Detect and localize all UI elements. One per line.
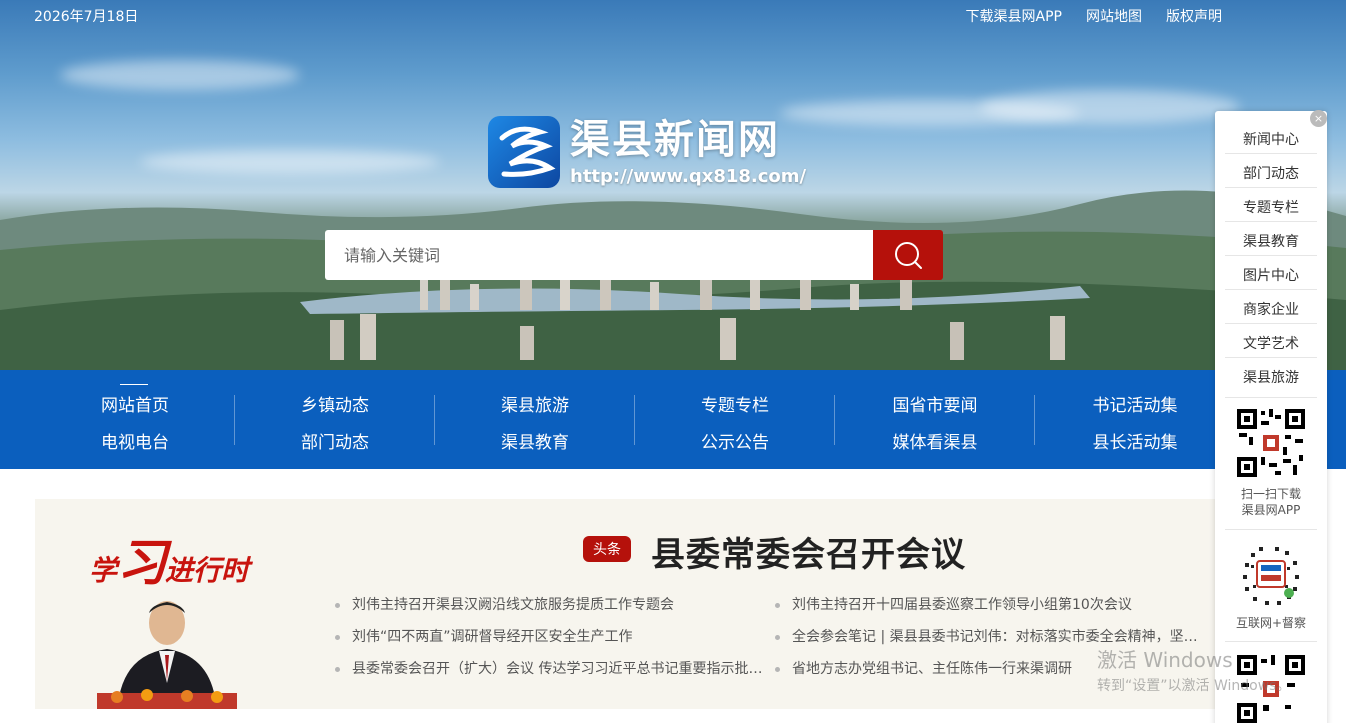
nav-item-town-news[interactable]: 乡镇动态 <box>235 391 435 416</box>
nav-item-announcements[interactable]: 公示公告 <box>635 428 835 453</box>
nav-item-education[interactable]: 渠县教育 <box>435 428 635 453</box>
copyright-link[interactable]: 版权声明 <box>1166 6 1222 26</box>
landscape-illustration <box>0 190 1346 370</box>
list-item[interactable]: 刘伟主持召开十四届县委巡察工作领导小组第10次会议 <box>775 595 1198 627</box>
windows-activation-watermark: 激活 Windows 转到“设置”以激活 Windows。 <box>1097 644 1290 695</box>
nav-item-secretary-activities[interactable]: 书记活动集 <box>1035 391 1235 416</box>
nav-item-home[interactable]: 网站首页 <box>35 391 235 416</box>
watermark-subtitle: 转到“设置”以激活 Windows。 <box>1097 678 1291 694</box>
study-banner-text: 学 <box>89 554 118 587</box>
nav-item-tourism[interactable]: 渠县旅游 <box>435 391 635 416</box>
divider <box>1225 255 1317 256</box>
sidebar-item-education[interactable]: 渠县教育 <box>1215 231 1327 251</box>
divider <box>1225 641 1317 642</box>
news-list-left: 刘伟主持召开渠县汉阙沿线文旅服务提质工作专题会 刘伟“四不两直”调研督导经开区安… <box>335 595 762 691</box>
study-banner[interactable]: 学 习 进行时 <box>87 527 267 592</box>
nav-item-special-topics[interactable]: 专题专栏 <box>635 391 835 416</box>
cloud <box>60 60 300 90</box>
sidebar-item-photo-center[interactable]: 图片中心 <box>1215 265 1327 285</box>
headline-section: 学 习 进行时 头条 县委常委会召开会议 刘伟主持召开渠县汉阙沿线文旅服务提质工… <box>35 499 1227 709</box>
nav-column: 乡镇动态 部门动态 <box>235 370 435 469</box>
logo-icon <box>488 116 560 188</box>
qr-caption: 扫一扫下载 渠县网APP <box>1215 486 1327 518</box>
nav-item-tv-radio[interactable]: 电视电台 <box>35 428 235 453</box>
cloud <box>980 90 1240 124</box>
download-app-link[interactable]: 下载渠县网APP <box>966 6 1062 26</box>
list-item[interactable]: 刘伟主持召开渠县汉阙沿线文旅服务提质工作专题会 <box>335 595 762 627</box>
nav-item-national-news[interactable]: 国省市要闻 <box>835 391 1035 416</box>
divider <box>1225 153 1317 154</box>
nav-column: 网站首页 电视电台 <box>35 370 235 469</box>
divider <box>1225 357 1317 358</box>
divider <box>1225 221 1317 222</box>
sidebar-item-news-center[interactable]: 新闻中心 <box>1215 129 1327 149</box>
nav-item-county-head-activities[interactable]: 县长活动集 <box>1035 428 1235 453</box>
divider <box>1225 289 1317 290</box>
divider <box>1225 187 1317 188</box>
divider <box>1225 529 1317 530</box>
current-date: 2026年7月18日 <box>34 9 139 25</box>
nav-column: 国省市要闻 媒体看渠县 <box>835 370 1035 469</box>
divider <box>1225 397 1317 398</box>
sidebar-item-department-news[interactable]: 部门动态 <box>1215 163 1327 183</box>
study-banner-text: 习 <box>117 534 167 592</box>
qr-caption-line: 扫一扫下载 <box>1240 487 1301 501</box>
supervision-qr-code <box>1239 543 1303 607</box>
search-input[interactable] <box>325 230 873 280</box>
nav-column: 书记活动集 县长活动集 <box>1035 370 1235 469</box>
search-icon <box>895 242 922 269</box>
nav-item-media-coverage[interactable]: 媒体看渠县 <box>835 428 1035 453</box>
floating-sidebar: 新闻中心 部门动态 专题专栏 渠县教育 图片中心 商家企业 文学艺术 渠县旅游 … <box>1215 111 1327 723</box>
headline-tag: 头条 <box>583 536 631 562</box>
sidebar-item-tourism[interactable]: 渠县旅游 <box>1215 367 1327 387</box>
app-download-qr-code <box>1235 407 1307 479</box>
site-logo[interactable]: 渠县新闻网 http://www.qx818.com/ <box>488 116 806 188</box>
logo-title: 渠县新闻网 <box>570 117 780 163</box>
qr-caption: 互联网+督察 <box>1235 616 1307 630</box>
sidebar-close-button[interactable]: × <box>1310 110 1327 127</box>
hero-banner: 2026年7月18日 下载渠县网APP 网站地图 版权声明 渠县新闻网 http… <box>0 0 1346 370</box>
logo-url: http://www.qx818.com/ <box>570 166 807 187</box>
list-item[interactable]: 县委常委会召开（扩大）会议 传达学习习近平总书记重要指示批… <box>335 659 762 691</box>
study-banner-text: 进行时 <box>165 554 250 587</box>
cloud <box>140 150 440 174</box>
sidebar-item-special-topics[interactable]: 专题专栏 <box>1215 197 1327 217</box>
portrait-image[interactable] <box>97 597 237 709</box>
headline-title[interactable]: 县委常委会召开会议 <box>651 527 966 576</box>
qr-caption-line: 渠县网APP <box>1241 503 1301 517</box>
nav-column: 渠县旅游 渠县教育 <box>435 370 635 469</box>
search-button[interactable] <box>873 230 943 280</box>
main-nav: 网站首页 电视电台 乡镇动态 部门动态 渠县旅游 渠县教育 专题专栏 公示公告 … <box>0 370 1346 469</box>
site-map-link[interactable]: 网站地图 <box>1086 6 1142 26</box>
list-item[interactable]: 刘伟“四不两直”调研督导经开区安全生产工作 <box>335 627 762 659</box>
nav-column: 专题专栏 公示公告 <box>635 370 835 469</box>
sidebar-item-literature-art[interactable]: 文学艺术 <box>1215 333 1327 353</box>
sidebar-item-business[interactable]: 商家企业 <box>1215 299 1327 319</box>
divider <box>1225 323 1317 324</box>
search-bar <box>325 230 943 280</box>
top-links: 下载渠县网APP 网站地图 版权声明 <box>966 6 1222 26</box>
watermark-title: 激活 Windows <box>1097 648 1233 672</box>
nav-item-department-news[interactable]: 部门动态 <box>235 428 435 453</box>
